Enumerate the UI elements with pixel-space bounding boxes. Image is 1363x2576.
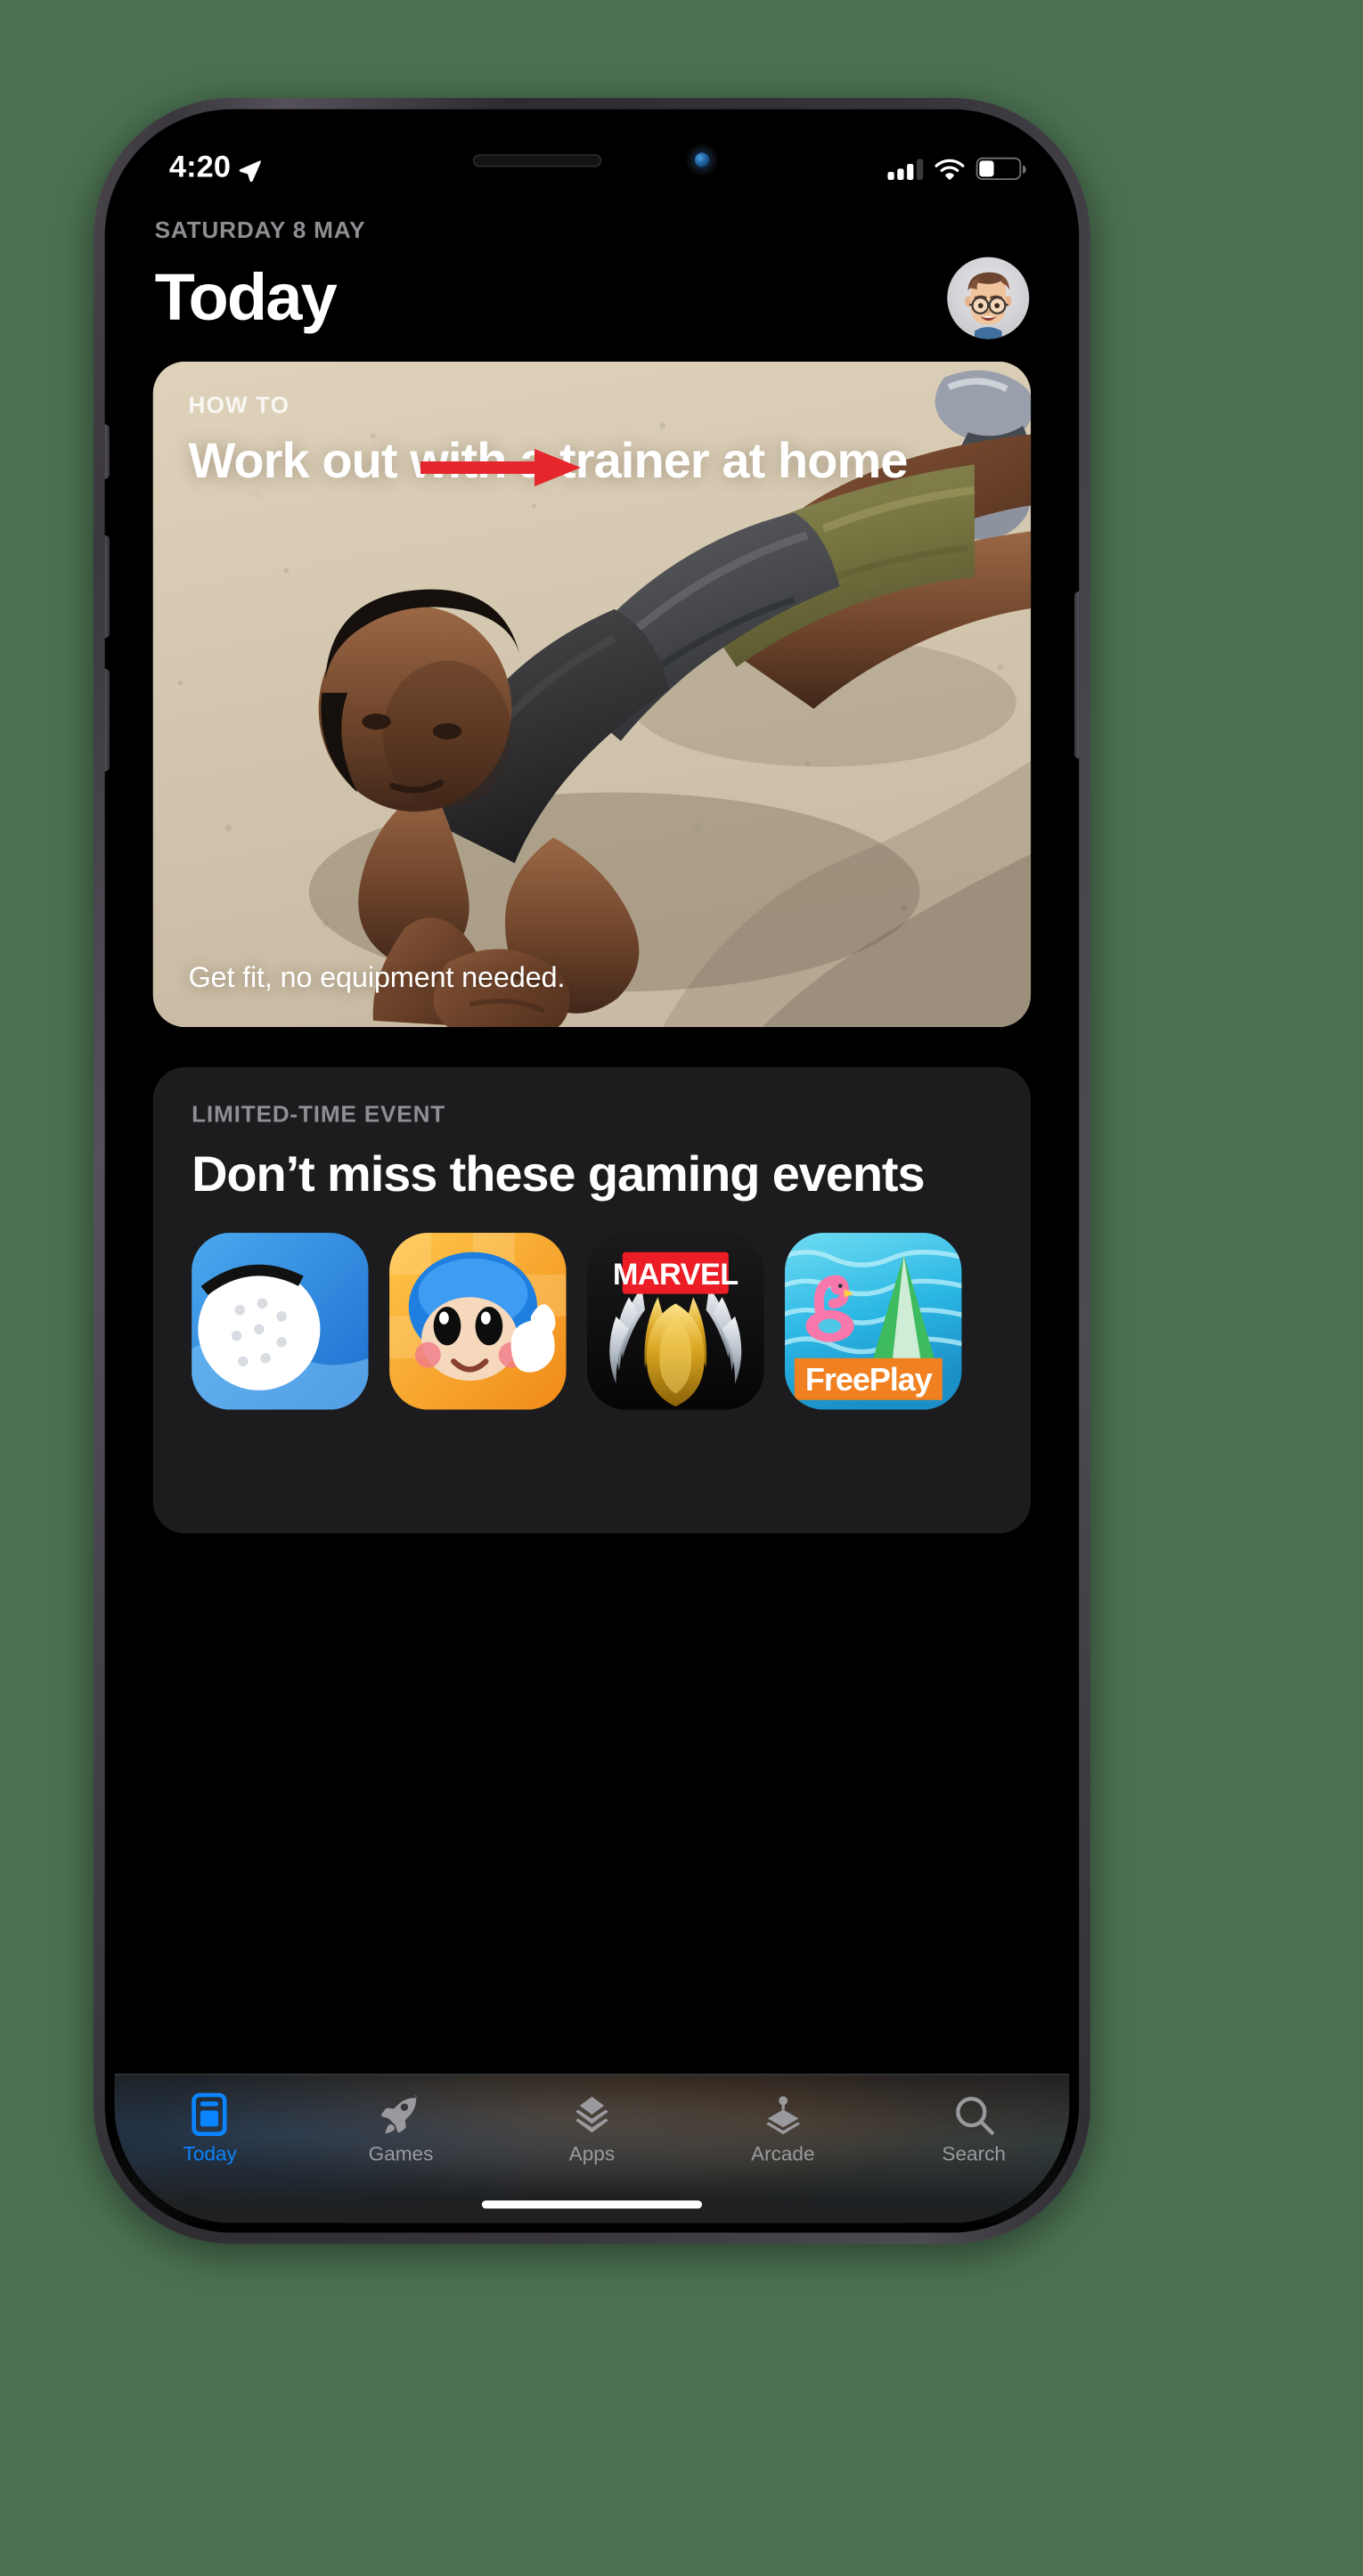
volume-up-button[interactable] bbox=[104, 534, 110, 639]
today-card-icon bbox=[192, 2092, 228, 2137]
app-store-today-screen: SATURDAY 8 MAY Today HOW TO Work out wit… bbox=[114, 118, 1070, 2223]
tab-today[interactable]: Today bbox=[114, 2075, 305, 2165]
rocket-icon bbox=[380, 2093, 422, 2137]
battery-icon bbox=[975, 158, 1026, 180]
tab-label: Today bbox=[183, 2142, 237, 2165]
volume-down-button[interactable] bbox=[104, 668, 110, 772]
tab-apps[interactable]: Apps bbox=[496, 2075, 687, 2165]
status-bar-right bbox=[887, 158, 1026, 180]
tab-label: Apps bbox=[568, 2142, 616, 2165]
tab-label: Games bbox=[368, 2142, 434, 2165]
status-bar-left: 4:20 bbox=[169, 151, 262, 187]
front-camera bbox=[686, 144, 718, 175]
freeplay-pool-game-icon[interactable]: FreePlay bbox=[784, 1232, 962, 1409]
device-notch bbox=[405, 118, 779, 200]
card-eyebrow: LIMITED-TIME EVENT bbox=[192, 1102, 446, 1129]
card-eyebrow: HOW TO bbox=[188, 394, 290, 420]
app-icon-row: MARVEL FreePlay bbox=[153, 1203, 1031, 1409]
tab-arcade[interactable]: Arcade bbox=[688, 2075, 878, 2165]
freeplay-wordmark: FreePlay bbox=[805, 1360, 933, 1397]
bomber-character-game-icon[interactable] bbox=[389, 1232, 567, 1409]
silent-switch-button[interactable] bbox=[104, 424, 110, 479]
marvel-wordmark: MARVEL bbox=[613, 1257, 739, 1291]
home-indicator-bar[interactable] bbox=[481, 2200, 703, 2209]
golf-game-icon[interactable] bbox=[192, 1232, 369, 1409]
joystick-icon bbox=[762, 2093, 804, 2137]
card-caption: Get fit, no equipment needed. bbox=[188, 961, 566, 994]
tab-games[interactable]: Games bbox=[306, 2075, 496, 2165]
annotation-arrow-icon bbox=[420, 449, 581, 486]
location-arrow-icon bbox=[240, 159, 262, 181]
today-card-gaming-events[interactable]: LIMITED-TIME EVENT Don’t miss these gami… bbox=[152, 1067, 1032, 1534]
magnifier-icon bbox=[953, 2093, 995, 2137]
wifi-icon bbox=[935, 159, 965, 180]
side-power-button[interactable] bbox=[1073, 591, 1080, 759]
cellular-signal-icon bbox=[887, 159, 924, 180]
tab-search[interactable]: Search bbox=[878, 2075, 1069, 2165]
iphone-device-frame: SATURDAY 8 MAY Today HOW TO Work out wit… bbox=[94, 98, 1090, 2245]
marvel-game-icon[interactable]: MARVEL bbox=[587, 1232, 764, 1409]
page-header-row: Today bbox=[114, 244, 1069, 339]
page-title: Today bbox=[154, 260, 338, 335]
profile-avatar[interactable] bbox=[947, 257, 1030, 339]
status-clock: 4:20 bbox=[168, 151, 232, 185]
card-title: Don’t miss these gaming events bbox=[192, 1145, 926, 1202]
device-bezel: SATURDAY 8 MAY Today HOW TO Work out wit… bbox=[104, 109, 1080, 2233]
stacked-chevrons-icon bbox=[571, 2093, 613, 2137]
tab-label: Search bbox=[942, 2142, 1006, 2165]
tab-label: Arcade bbox=[751, 2142, 815, 2165]
user-memoji-avatar bbox=[964, 272, 1012, 339]
today-feed: HOW TO Work out with a trainer at home G… bbox=[114, 361, 1069, 1534]
current-date-label: SATURDAY 8 MAY bbox=[154, 218, 366, 245]
screenshot-canvas: SATURDAY 8 MAY Today HOW TO Work out wit… bbox=[0, 0, 1363, 2576]
earpiece-speaker bbox=[472, 154, 602, 167]
device-screen: SATURDAY 8 MAY Today HOW TO Work out wit… bbox=[114, 118, 1070, 2223]
today-card-how-to[interactable]: HOW TO Work out with a trainer at home G… bbox=[152, 361, 1032, 1028]
